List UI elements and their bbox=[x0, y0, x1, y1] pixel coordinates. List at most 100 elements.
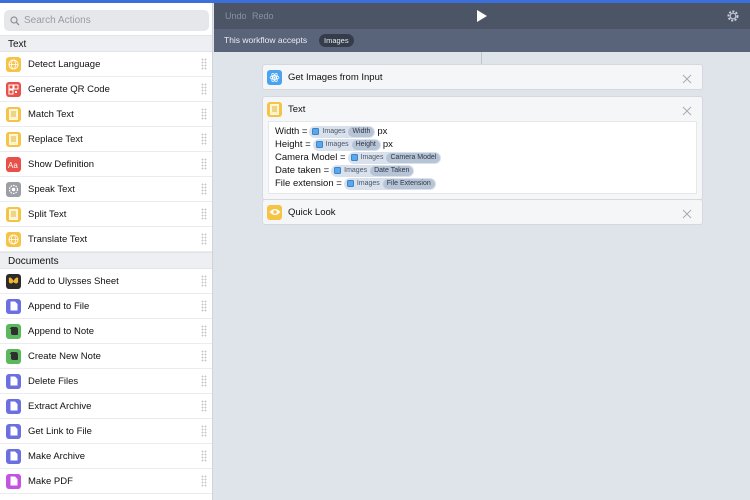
line-prefix: Camera Model = bbox=[275, 152, 346, 163]
text-doc-icon bbox=[6, 106, 21, 122]
drag-handle-icon[interactable] bbox=[201, 325, 207, 337]
drag-handle-icon[interactable] bbox=[201, 183, 207, 195]
variable-token[interactable]: Images Height bbox=[312, 138, 381, 151]
drag-handle-icon[interactable] bbox=[201, 350, 207, 362]
redo-button[interactable]: Redo bbox=[252, 11, 274, 21]
variable-property: Camera Model bbox=[386, 152, 441, 163]
action-card-quick-look[interactable]: Quick Look bbox=[262, 199, 703, 225]
search-field[interactable] bbox=[4, 10, 209, 31]
drag-handle-icon[interactable] bbox=[201, 450, 207, 462]
flow-connector bbox=[481, 52, 482, 64]
close-icon[interactable] bbox=[682, 206, 692, 219]
variable-token[interactable]: Images Width bbox=[309, 125, 376, 138]
accepts-type-badge[interactable]: Images bbox=[319, 34, 354, 47]
drag-handle-icon[interactable] bbox=[201, 208, 207, 220]
action-replace-text[interactable]: Replace Text bbox=[0, 127, 212, 152]
text-editor[interactable]: Width = Images Width px Height = Images He… bbox=[268, 121, 697, 194]
drag-handle-icon[interactable] bbox=[201, 375, 207, 387]
action-match-text[interactable]: Match Text bbox=[0, 102, 212, 127]
variable-token[interactable]: Images Date Taken bbox=[331, 164, 415, 177]
close-icon[interactable] bbox=[682, 71, 692, 84]
action-get-link-to-file[interactable]: Get Link to File bbox=[0, 419, 212, 444]
line-suffix: px bbox=[382, 139, 393, 150]
card-title: Quick Look bbox=[288, 206, 336, 218]
variable-name: Images bbox=[344, 167, 368, 174]
drag-handle-icon[interactable] bbox=[201, 233, 207, 245]
drag-handle-icon[interactable] bbox=[201, 108, 207, 120]
drag-handle-icon[interactable] bbox=[201, 475, 207, 487]
action-label: Append to Note bbox=[28, 325, 95, 337]
gear-icon[interactable] bbox=[726, 9, 740, 23]
action-label: Generate QR Code bbox=[28, 83, 110, 95]
search-input[interactable] bbox=[24, 15, 194, 26]
drag-handle-icon[interactable] bbox=[201, 133, 207, 145]
action-create-new-note[interactable]: Create New Note bbox=[0, 344, 212, 369]
action-label: Speak Text bbox=[28, 183, 75, 195]
line-prefix: Date taken = bbox=[275, 165, 330, 176]
action-append-to-note[interactable]: Append to Note bbox=[0, 319, 212, 344]
drag-handle-icon[interactable] bbox=[201, 400, 207, 412]
variable-name: Images bbox=[360, 154, 384, 161]
evernote-icon bbox=[6, 323, 21, 339]
evernote-icon bbox=[6, 348, 21, 364]
variable-property: Width bbox=[348, 126, 375, 137]
qr-code-icon bbox=[6, 81, 21, 97]
globe-icon bbox=[6, 56, 21, 72]
action-detect-language[interactable]: Detect Language bbox=[0, 52, 212, 77]
action-card-text[interactable]: Text Width = Images Width px Height = Ima… bbox=[262, 96, 703, 200]
variable-token[interactable]: Images File Extension bbox=[343, 177, 436, 190]
drag-handle-icon[interactable] bbox=[201, 300, 207, 312]
text-doc-icon bbox=[267, 101, 282, 117]
text-line: Width = Images Width px bbox=[275, 125, 690, 138]
drag-handle-icon[interactable] bbox=[201, 58, 207, 70]
drag-handle-icon[interactable] bbox=[201, 158, 207, 170]
file-icon bbox=[6, 373, 21, 389]
action-show-definition[interactable]: Aa Show Definition bbox=[0, 152, 212, 177]
action-label: Translate Text bbox=[28, 233, 88, 245]
action-label: Create New Note bbox=[28, 350, 101, 362]
svg-text:Aa: Aa bbox=[8, 161, 18, 169]
action-label: Delete Files bbox=[28, 375, 79, 387]
action-extract-archive[interactable]: Extract Archive bbox=[0, 394, 212, 419]
dictionary-icon: Aa bbox=[6, 156, 21, 172]
action-append-to-file[interactable]: Append to File bbox=[0, 294, 212, 319]
action-speak-text[interactable]: Speak Text bbox=[0, 177, 212, 202]
undo-button[interactable]: Undo bbox=[225, 11, 247, 21]
eye-icon bbox=[267, 204, 282, 220]
line-prefix: File extension = bbox=[275, 178, 342, 189]
action-make-pdf[interactable]: Make PDF bbox=[0, 469, 212, 494]
action-label: Append to File bbox=[28, 300, 90, 312]
line-suffix: px bbox=[377, 126, 388, 137]
action-translate-text[interactable]: Translate Text bbox=[0, 227, 212, 252]
drag-handle-icon[interactable] bbox=[201, 425, 207, 437]
workflow-toolbar: Undo Redo bbox=[214, 3, 750, 29]
text-doc-icon bbox=[6, 131, 21, 147]
butterfly-icon bbox=[6, 273, 21, 289]
variable-name: Images bbox=[322, 128, 346, 135]
action-label: Make PDF bbox=[28, 475, 73, 487]
action-make-archive[interactable]: Make Archive bbox=[0, 444, 212, 469]
action-split-text[interactable]: Split Text bbox=[0, 202, 212, 227]
action-generate-qr-code[interactable]: Generate QR Code bbox=[0, 77, 212, 102]
drag-handle-icon[interactable] bbox=[201, 275, 207, 287]
file-icon bbox=[6, 423, 21, 439]
section-header-text: Text bbox=[0, 35, 212, 52]
variable-name: Images bbox=[325, 141, 349, 148]
drag-handle-icon[interactable] bbox=[201, 83, 207, 95]
file-icon bbox=[6, 448, 21, 464]
action-label: Detect Language bbox=[28, 58, 101, 70]
action-add-to-ulysses-sheet[interactable]: Add to Ulysses Sheet bbox=[0, 269, 212, 294]
line-prefix: Width = bbox=[275, 126, 308, 137]
variable-icon bbox=[315, 141, 323, 148]
close-icon[interactable] bbox=[682, 103, 692, 116]
variable-token[interactable]: Images Camera Model bbox=[347, 151, 442, 164]
play-icon[interactable] bbox=[476, 9, 488, 23]
action-label: Match Text bbox=[28, 108, 74, 120]
action-label: Get Link to File bbox=[28, 425, 92, 437]
accepts-bar: This workflow accepts Images bbox=[214, 29, 750, 52]
accepts-label: This workflow accepts bbox=[224, 35, 308, 45]
text-line: Camera Model = Images Camera Model bbox=[275, 151, 690, 164]
text-doc-icon bbox=[6, 206, 21, 222]
action-delete-files[interactable]: Delete Files bbox=[0, 369, 212, 394]
action-card-get-images[interactable]: Get Images from Input bbox=[262, 64, 703, 90]
